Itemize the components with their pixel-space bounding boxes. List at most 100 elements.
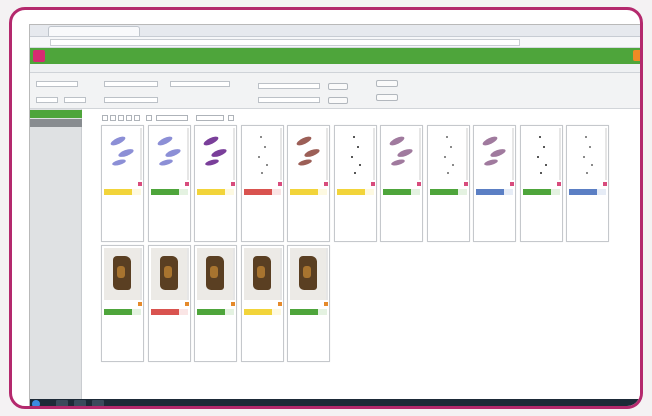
specimen-image[interactable] [290,248,327,300]
browser-tab[interactable] [48,26,140,36]
flag-icon[interactable] [231,182,235,186]
result-card[interactable] [147,245,191,362]
specimen-image[interactable] [150,128,188,180]
filter-field-6[interactable] [170,81,230,87]
filter-field-3[interactable] [64,97,86,103]
address-bar[interactable] [50,39,520,46]
page-number[interactable] [118,115,124,121]
specimen-image[interactable] [569,128,606,180]
result-card[interactable] [519,125,563,242]
result-card[interactable] [473,125,516,242]
filter-field-4[interactable] [104,81,158,87]
result-card[interactable] [194,125,237,242]
flag-icon[interactable] [184,182,189,186]
result-card[interactable] [240,125,284,242]
filter-field-1[interactable] [36,81,78,87]
taskbar-app-2[interactable] [74,400,86,406]
filter-field-8[interactable] [258,97,320,103]
result-card[interactable] [380,125,423,242]
status-tail [132,189,141,195]
flag-icon[interactable] [231,302,235,306]
section-bar [30,64,640,73]
next-page-button[interactable] [126,115,132,121]
result-card[interactable] [147,125,191,242]
image-scrollbar[interactable] [279,248,282,300]
flag-icon[interactable] [556,182,561,186]
image-scrollbar[interactable] [465,128,468,180]
result-card[interactable] [426,125,470,242]
user-avatar[interactable] [633,50,640,61]
specimen-image[interactable] [197,128,234,180]
flag-icon[interactable] [324,182,328,186]
filter-field-2[interactable] [36,97,58,103]
filter-button-1[interactable] [328,83,348,90]
image-scrollbar[interactable] [326,128,328,180]
image-scrollbar[interactable] [558,128,561,180]
filter-button-4[interactable] [376,94,398,101]
flag-icon[interactable] [603,182,607,186]
prev-page-button[interactable] [110,115,116,121]
specimen-image[interactable] [150,248,188,300]
window-controls[interactable] [618,27,640,34]
flag-icon[interactable] [277,302,282,306]
toolbar-select-2[interactable] [196,115,224,121]
flag-icon[interactable] [277,182,282,186]
specimen-image[interactable] [522,128,560,180]
specimen-image[interactable] [104,128,141,180]
refresh-button[interactable] [146,115,152,121]
specimen-image[interactable] [290,128,327,180]
status-tail [225,189,234,195]
image-scrollbar[interactable] [233,248,235,300]
start-orb-icon[interactable] [32,400,40,406]
filter-button-3[interactable] [376,80,398,87]
image-scrollbar[interactable] [372,128,375,180]
toolbar-select-1[interactable] [156,115,188,121]
first-page-button[interactable] [102,115,108,121]
specimen-image[interactable] [243,248,281,300]
specimen-image[interactable] [243,128,281,180]
sidebar-item-1[interactable] [30,110,82,118]
specimen-image[interactable] [476,128,513,180]
last-page-button[interactable] [134,115,140,121]
flag-icon[interactable] [138,302,142,306]
image-scrollbar[interactable] [186,248,189,300]
result-card[interactable] [287,245,330,362]
result-card[interactable] [566,125,609,242]
specimen-image[interactable] [336,128,374,180]
taskbar-app-1[interactable] [56,400,68,406]
result-card[interactable] [101,245,144,362]
specimen-image[interactable] [197,248,234,300]
flag-icon[interactable] [324,302,328,306]
taskbar-app-3[interactable] [92,400,104,406]
flag-icon[interactable] [370,182,375,186]
image-scrollbar[interactable] [512,128,514,180]
result-card[interactable] [101,125,144,242]
image-scrollbar[interactable] [233,128,235,180]
flag-icon[interactable] [417,182,421,186]
flag-icon[interactable] [184,302,189,306]
result-card[interactable] [240,245,284,362]
image-scrollbar[interactable] [140,128,142,180]
image-scrollbar[interactable] [279,128,282,180]
image-scrollbar[interactable] [419,128,421,180]
flag-icon[interactable] [138,182,142,186]
specimen-image[interactable] [383,128,420,180]
image-scrollbar[interactable] [605,128,607,180]
filter-field-5[interactable] [104,97,158,103]
flag-icon[interactable] [510,182,514,186]
specimen-highlight [163,266,172,278]
logo-icon[interactable] [33,50,45,62]
specimen-image[interactable] [104,248,141,300]
specimen-image[interactable] [429,128,467,180]
result-card[interactable] [287,125,330,242]
result-card[interactable] [194,245,237,362]
filter-button-2[interactable] [328,97,348,104]
image-scrollbar[interactable] [186,128,189,180]
result-card[interactable] [333,125,377,242]
image-scrollbar[interactable] [326,248,328,300]
filter-field-7[interactable] [258,83,320,89]
sidebar-item-2[interactable] [30,119,82,127]
image-scrollbar[interactable] [140,248,142,300]
toolbar-button[interactable] [228,115,234,121]
flag-icon[interactable] [463,182,468,186]
